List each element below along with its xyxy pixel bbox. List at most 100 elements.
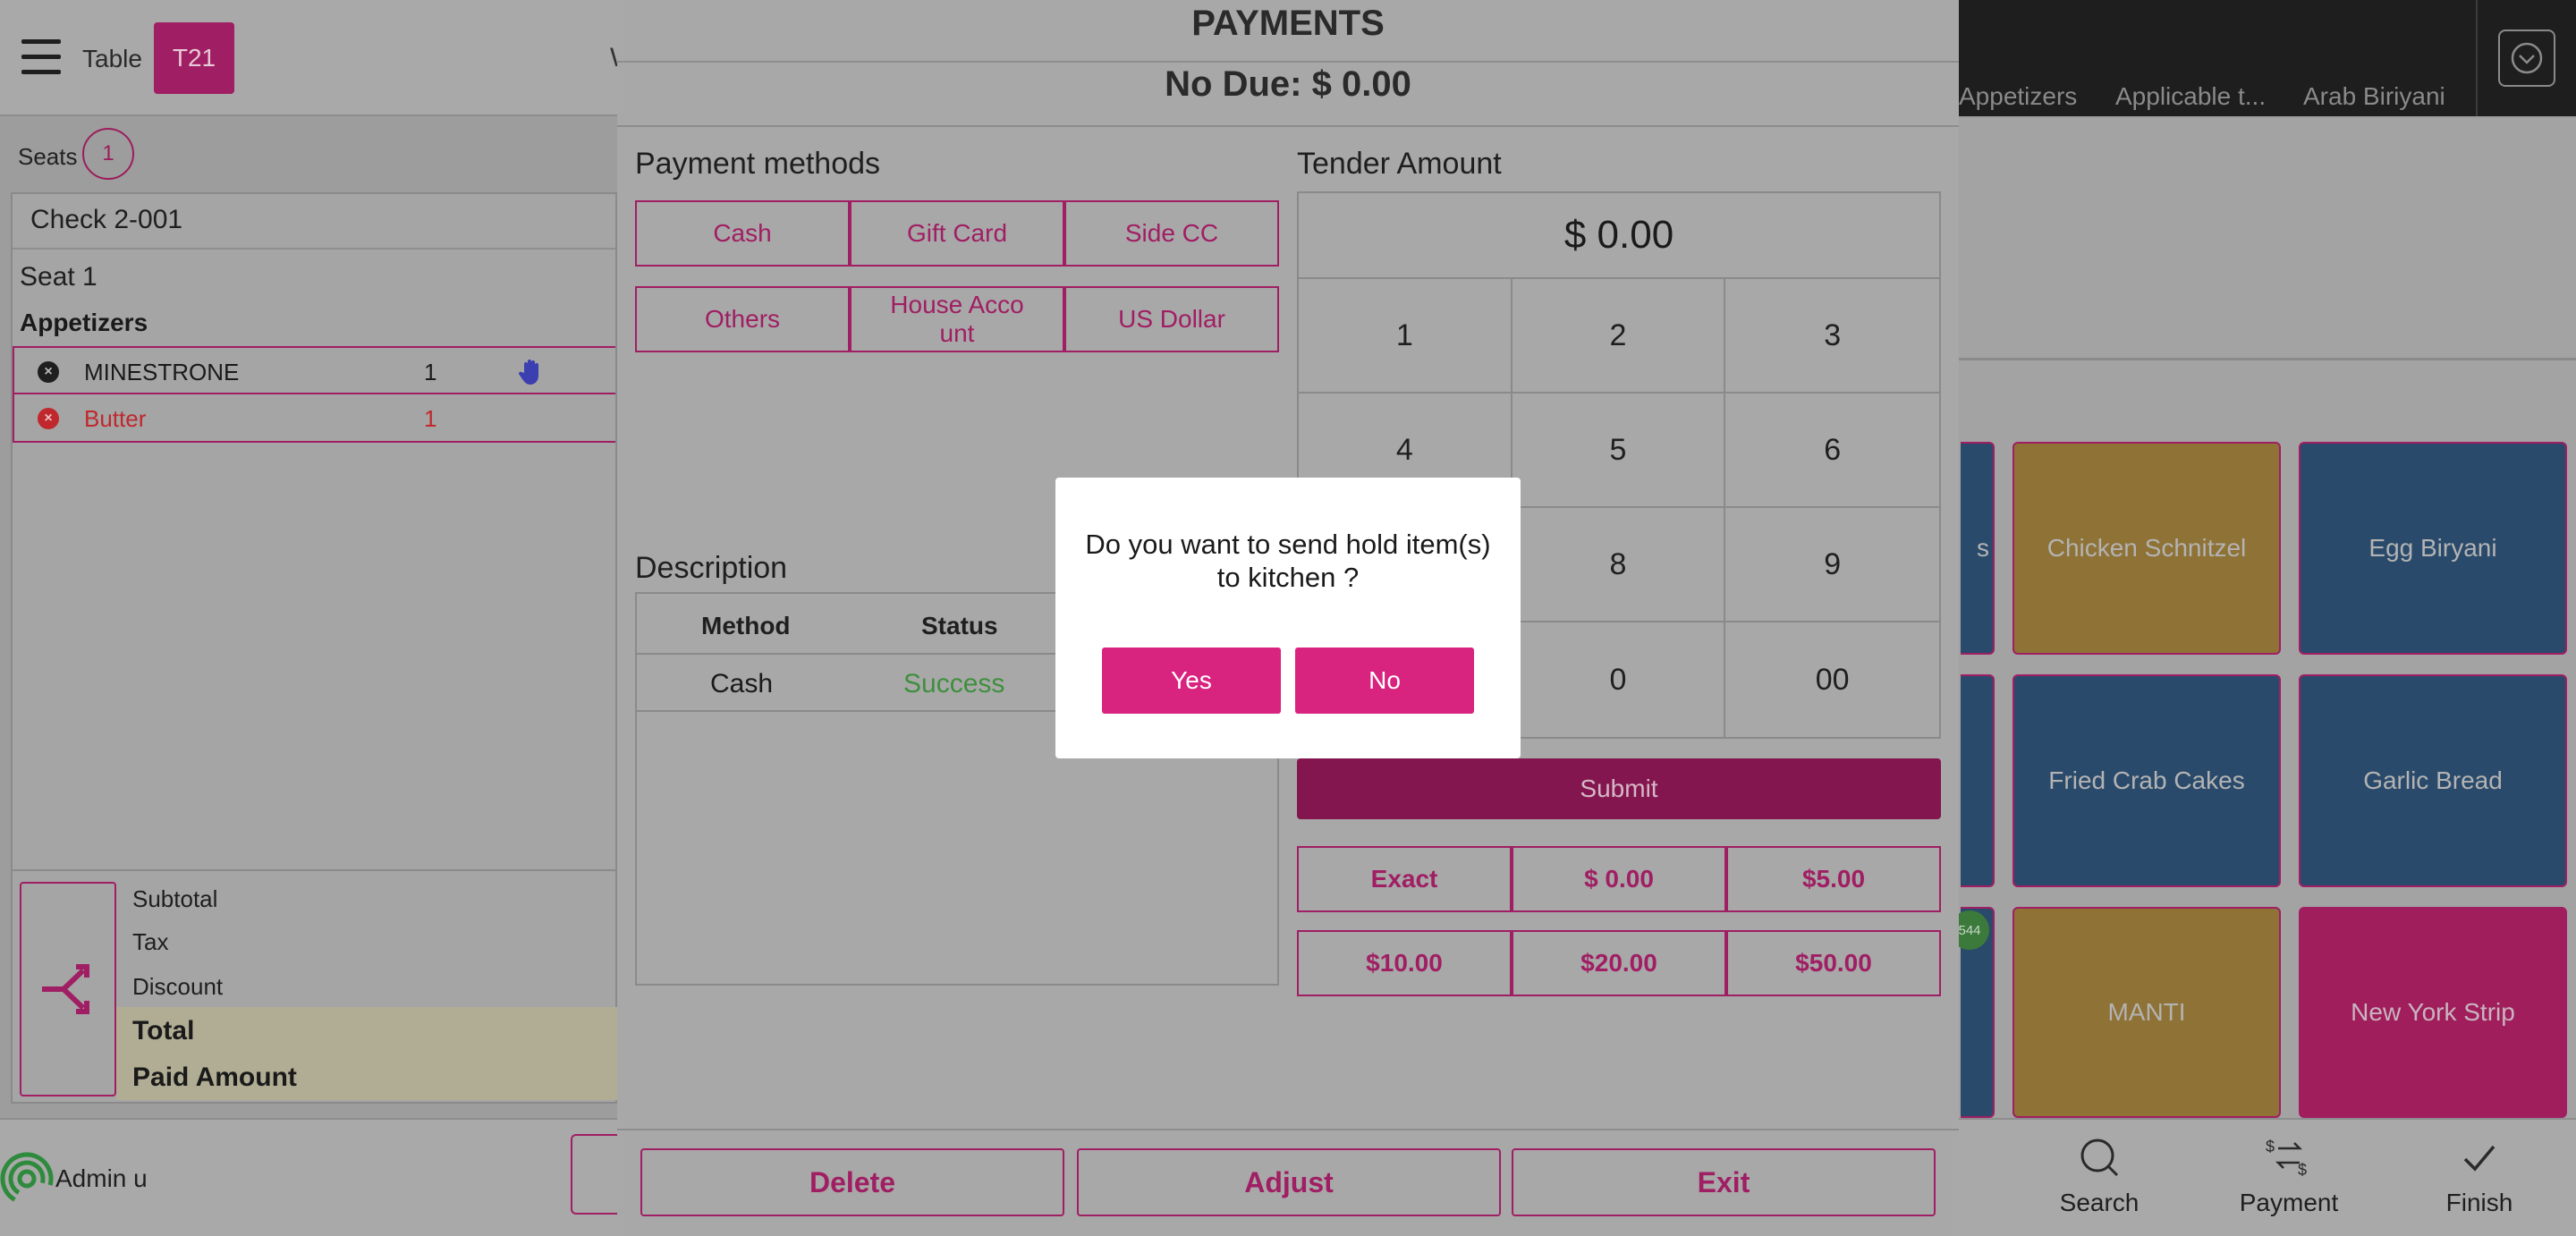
dialog-message: Do you want to send hold item(s) to kitc… xyxy=(1085,529,1491,594)
payment-icon: $ $ xyxy=(2266,1138,2307,1179)
menu-tile-egg-biryani[interactable]: Egg Biryani xyxy=(2299,442,2567,655)
key-9[interactable]: 9 xyxy=(1725,508,1939,622)
item-qty: 1 xyxy=(424,405,437,432)
split-check-button[interactable] xyxy=(20,882,116,1096)
table-number-badge[interactable]: T21 xyxy=(154,22,234,94)
submit-button[interactable]: Submit xyxy=(1297,758,1941,819)
svg-text:$: $ xyxy=(2266,1138,2275,1156)
remove-icon[interactable]: × xyxy=(38,408,59,429)
method-cash-button[interactable]: Cash xyxy=(635,200,850,267)
method-side-cc-button[interactable]: Side CC xyxy=(1064,200,1279,267)
due-amount: No Due: $ 0.00 xyxy=(1165,64,1411,104)
payment-methods-title: Payment methods xyxy=(635,147,881,181)
item-name: Butter xyxy=(84,405,147,432)
method-us-dollar-button[interactable]: US Dollar xyxy=(1064,286,1279,352)
key-00[interactable]: 00 xyxy=(1725,622,1939,737)
key-3[interactable]: 3 xyxy=(1725,279,1939,394)
admin-user-label: Admin u xyxy=(55,1164,148,1192)
seats-label: Seats xyxy=(18,143,78,170)
print-button[interactable] xyxy=(571,1134,619,1215)
divider xyxy=(13,248,615,250)
quick-amount-button[interactable]: $20.00 xyxy=(1512,930,1726,996)
menu-tile-partial[interactable] xyxy=(1961,674,1995,887)
totals-panel: Subtotal Tax Discount Total Paid Amount xyxy=(11,869,617,1104)
column-status: Status xyxy=(921,612,998,639)
key-2[interactable]: 2 xyxy=(1512,279,1726,394)
tender-amount-display[interactable]: $ 0.00 xyxy=(1297,191,1941,279)
paid-row: Paid Amount xyxy=(116,1054,617,1100)
menu-tile-new-york-strip[interactable]: New York Strip xyxy=(2299,907,2567,1118)
key-0[interactable]: 0 xyxy=(1513,622,1726,737)
search-icon xyxy=(2080,1139,2119,1177)
menu-tile-partial[interactable]: s xyxy=(1961,442,1995,655)
order-item-row[interactable]: × Butter 1 xyxy=(13,394,615,443)
seat-selector[interactable]: 1 xyxy=(82,128,134,180)
delete-button[interactable]: Delete xyxy=(640,1148,1064,1216)
key-1[interactable]: 1 xyxy=(1299,279,1513,394)
description-title: Description xyxy=(635,551,788,585)
exit-button[interactable]: Exit xyxy=(1512,1148,1936,1216)
remove-icon[interactable]: × xyxy=(38,361,59,383)
key-5[interactable]: 5 xyxy=(1512,394,1726,508)
menu-tile-chicken-schnitzel[interactable]: Chicken Schnitzel xyxy=(2012,442,2281,655)
total-row: Total xyxy=(116,1007,617,1054)
split-icon xyxy=(42,964,89,1014)
menu-icon[interactable] xyxy=(21,39,61,75)
wifi-status-icon xyxy=(0,1152,54,1206)
seat-title: Seat 1 xyxy=(20,262,97,292)
tender-amount-title: Tender Amount xyxy=(1297,147,1502,181)
column-method: Method xyxy=(701,612,791,639)
row-method: Cash xyxy=(710,669,774,698)
payments-title: PAYMENTS xyxy=(1191,4,1385,43)
category-dropdown-button[interactable] xyxy=(2476,0,2576,116)
category-tab-applicable[interactable]: Applicable t... xyxy=(2115,82,2266,111)
table-label: Table xyxy=(82,45,142,72)
top-bar: Table T21 xyxy=(0,0,617,116)
divider xyxy=(617,61,1959,63)
adjust-button[interactable]: Adjust xyxy=(1077,1148,1501,1216)
nav-finish[interactable]: Finish xyxy=(2412,1136,2546,1217)
confirm-dialog: Do you want to send hold item(s) to kitc… xyxy=(1055,478,1521,758)
nav-label: Search xyxy=(2059,1189,2140,1216)
total-label: Total xyxy=(132,1016,195,1046)
tax-label: Tax xyxy=(132,928,169,955)
method-gift-card-button[interactable]: Gift Card xyxy=(850,200,1064,267)
divider xyxy=(617,1129,1959,1130)
category-tab-arab-biriyani[interactable]: Arab Biriyani xyxy=(2303,82,2445,111)
order-item-row[interactable]: × MINESTRONE 1 xyxy=(13,346,615,394)
quick-amount-button[interactable]: $10.00 xyxy=(1297,930,1512,996)
divider xyxy=(617,125,1959,127)
paid-amount-label: Paid Amount xyxy=(132,1062,297,1092)
discount-label: Discount xyxy=(132,973,224,1000)
subtotal-label: Subtotal xyxy=(132,885,218,912)
nav-label: Payment xyxy=(2239,1189,2339,1216)
check-title: Check 2-001 xyxy=(30,205,183,234)
check-icon xyxy=(2463,1145,2496,1172)
quick-amount-button[interactable]: $50.00 xyxy=(1726,930,1941,996)
method-house-account-button[interactable]: House Acco unt xyxy=(850,286,1064,352)
key-8[interactable]: 8 xyxy=(1512,508,1726,622)
no-button[interactable]: No xyxy=(1295,648,1474,714)
tile-label: s xyxy=(1977,534,1989,562)
menu-tile-fried-crab-cakes[interactable]: Fried Crab Cakes xyxy=(2012,674,2281,887)
key-6[interactable]: 6 xyxy=(1725,394,1939,508)
nav-search[interactable]: Search xyxy=(2032,1136,2166,1217)
nav-label: Finish xyxy=(2445,1189,2513,1216)
check-panel: Check 2-001 Seat 1 Appetizers × MINESTRO… xyxy=(11,192,617,872)
quick-amount-button[interactable]: $ 0.00 xyxy=(1512,846,1726,912)
menu-tile-manti[interactable]: MANTI xyxy=(2012,907,2281,1118)
item-group-title: Appetizers xyxy=(20,309,148,336)
nav-payment[interactable]: $ $ Payment xyxy=(2222,1136,2356,1217)
method-others-button[interactable]: Others xyxy=(635,286,850,352)
quick-exact-button[interactable]: Exact xyxy=(1297,846,1512,912)
hold-hand-icon xyxy=(518,360,538,385)
menu-tile-garlic-bread[interactable]: Garlic Bread xyxy=(2299,674,2567,887)
row-status: Success xyxy=(903,669,1005,698)
item-qty: 1 xyxy=(424,359,437,385)
yes-button[interactable]: Yes xyxy=(1102,648,1281,714)
category-tab-appetizers[interactable]: Appetizers xyxy=(1959,82,2077,111)
item-name: MINESTRONE xyxy=(84,359,240,385)
quick-amount-button[interactable]: $5.00 xyxy=(1726,846,1941,912)
chevron-down-icon xyxy=(2498,30,2555,87)
divider xyxy=(1959,358,2576,360)
